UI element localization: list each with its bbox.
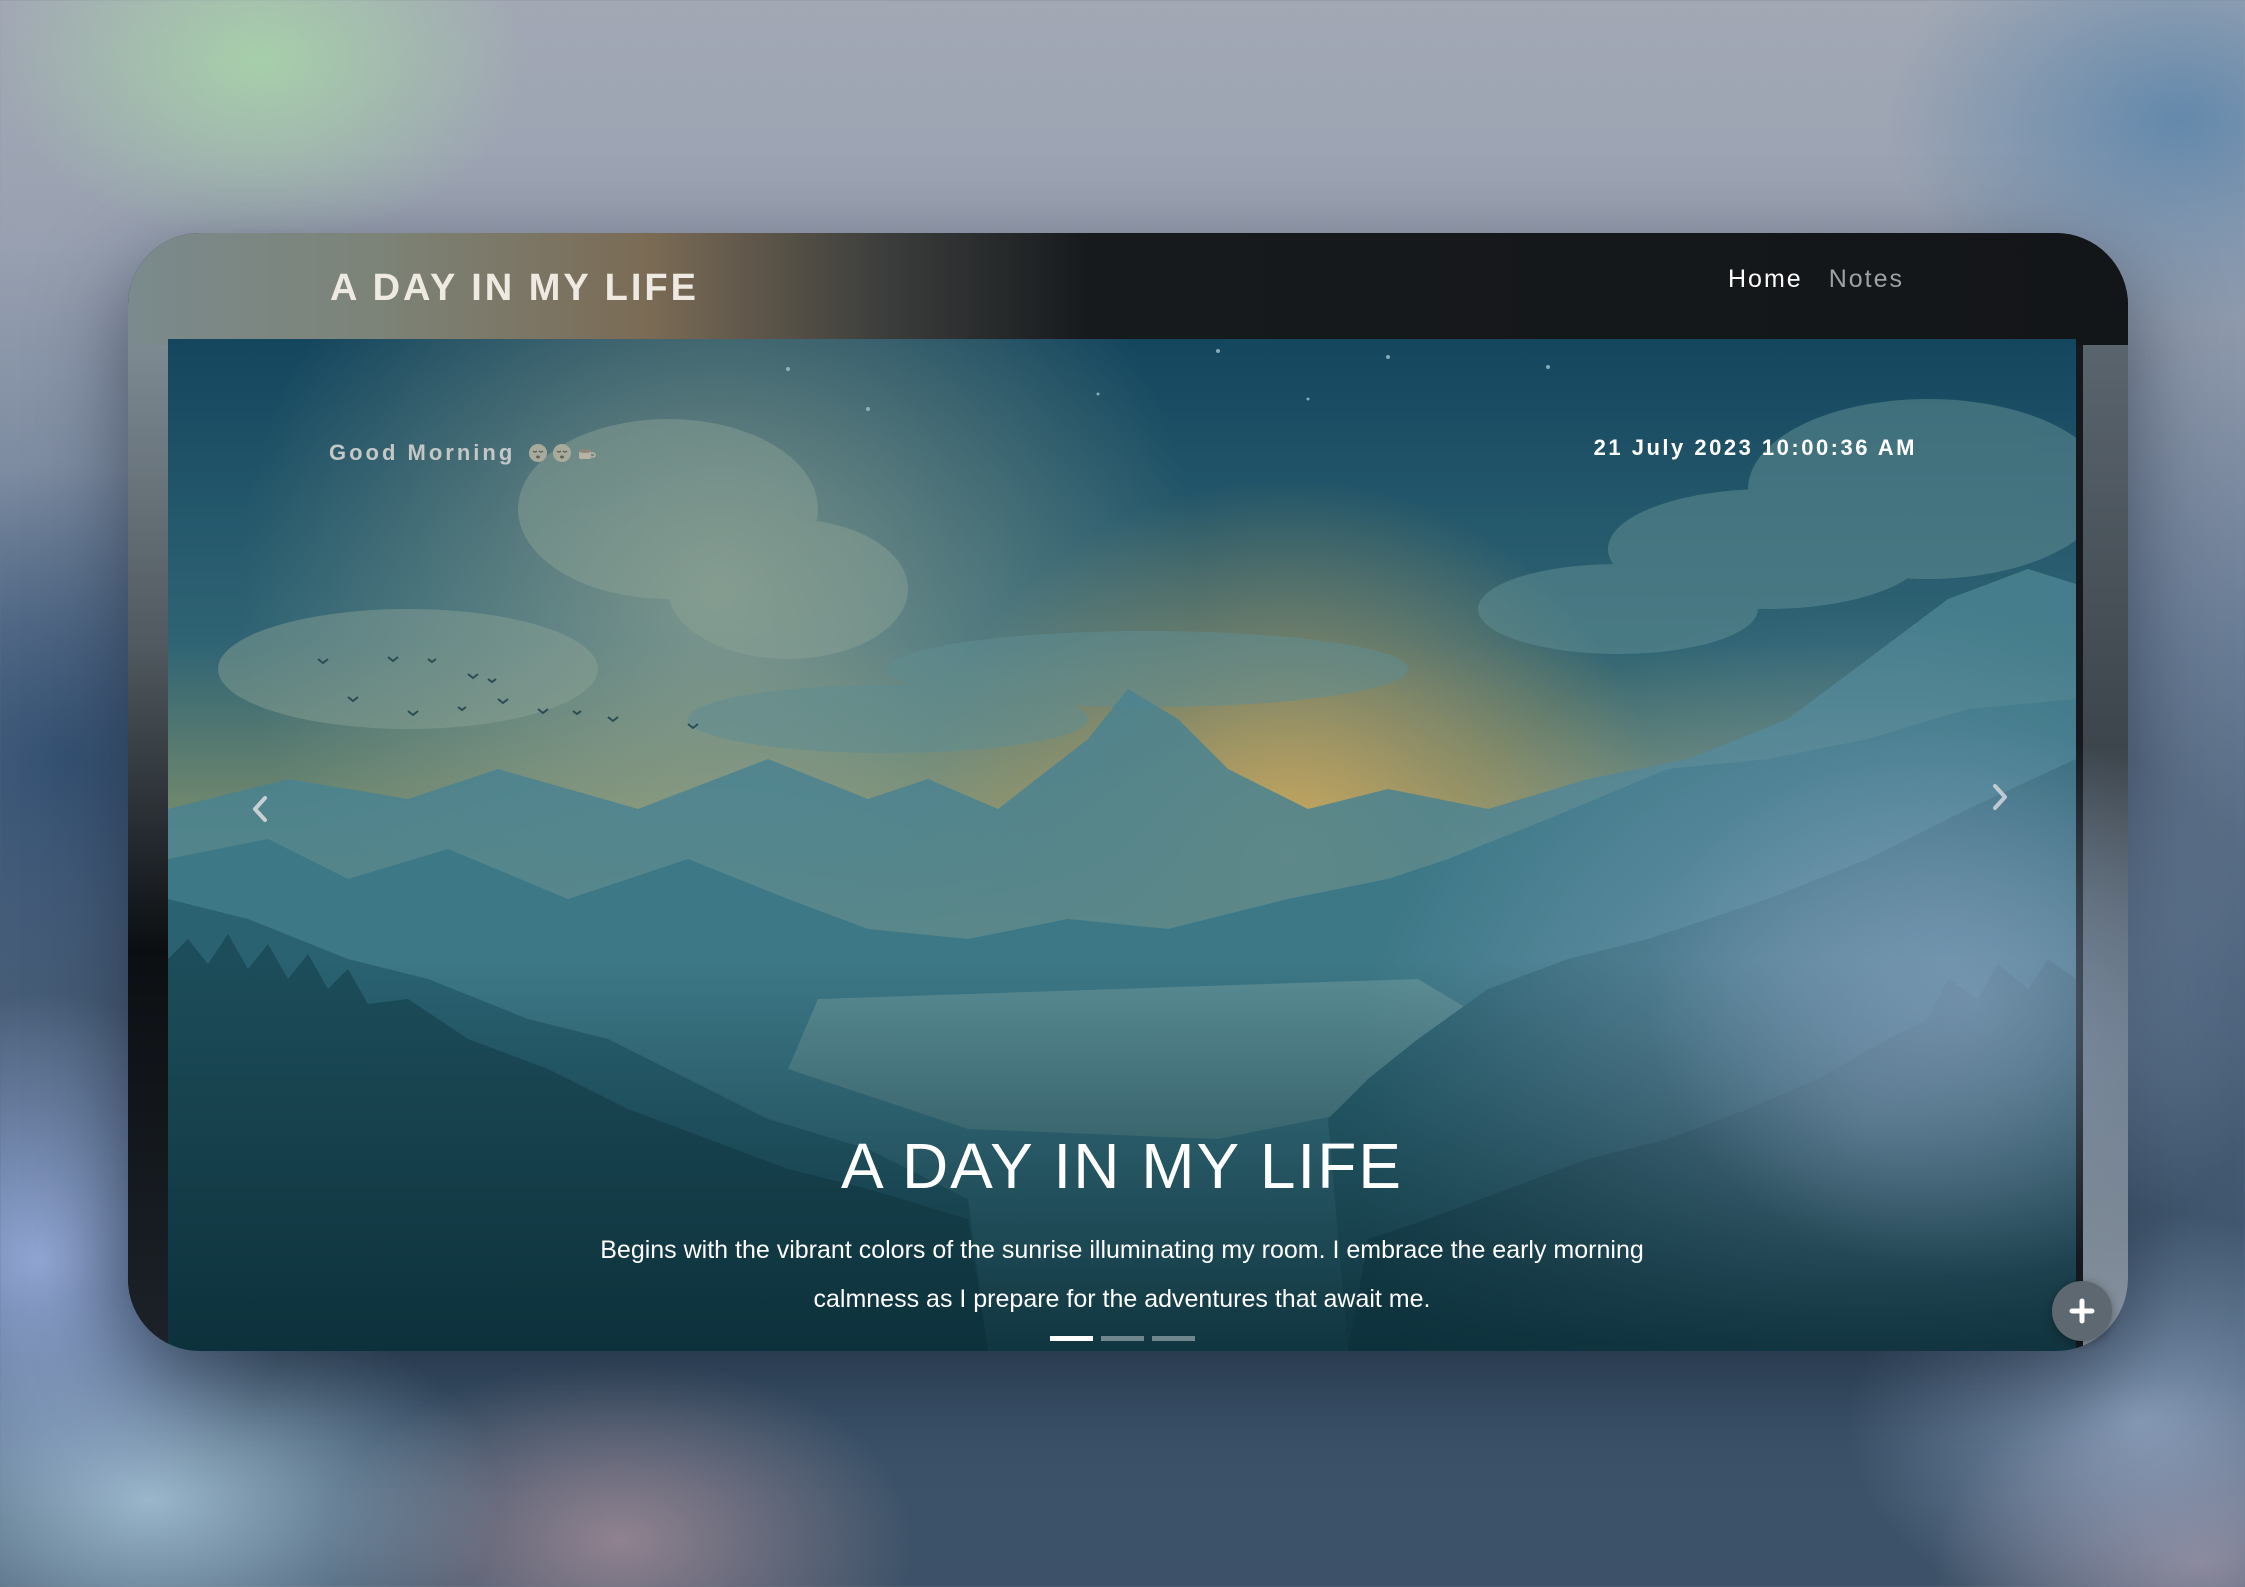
slide-description: Begins with the vibrant colors of the su…: [600, 1236, 1644, 1313]
carousel-indicators: [168, 1336, 2076, 1341]
current-datetime: 21 July 2023 10:00:36 AM: [1593, 435, 1917, 460]
nav-menu: Home Notes: [1728, 265, 1904, 294]
plus-icon: [2069, 1298, 2095, 1324]
window-frame-right: [2083, 345, 2128, 1351]
window-frame-left: [128, 345, 173, 1351]
carousel-indicator-1[interactable]: [1049, 1336, 1093, 1341]
chevron-right-icon: [1993, 784, 2007, 810]
chevron-left-icon: [253, 796, 267, 822]
sleepy-face-icon: [553, 444, 572, 462]
hero-carousel: Good Morning 21 July 2023 10:00:36 AM A …: [168, 339, 2076, 1351]
sleepy-face-icon: [529, 444, 548, 462]
nav-notes-link[interactable]: Notes: [1829, 265, 1904, 294]
app-window: A DAY IN MY LIFE Home Notes Good Morning…: [128, 233, 2128, 1351]
greeting-text: Good Morning: [329, 440, 597, 466]
carousel-next-button[interactable]: [1980, 777, 2020, 817]
slide-title: A DAY IN MY LIFE: [841, 1130, 1403, 1202]
carousel-indicator-3[interactable]: [1151, 1336, 1195, 1341]
nav-home-link[interactable]: Home: [1728, 265, 1803, 294]
add-note-button[interactable]: [2052, 1281, 2112, 1341]
carousel-indicator-2[interactable]: [1100, 1336, 1144, 1341]
greeting-label: Good Morning: [329, 440, 516, 465]
top-navbar: A DAY IN MY LIFE Home Notes: [128, 233, 2128, 345]
brand-title[interactable]: A DAY IN MY LIFE: [330, 267, 699, 310]
coffee-cup-icon: [579, 449, 597, 459]
carousel-prev-button[interactable]: [240, 789, 280, 829]
